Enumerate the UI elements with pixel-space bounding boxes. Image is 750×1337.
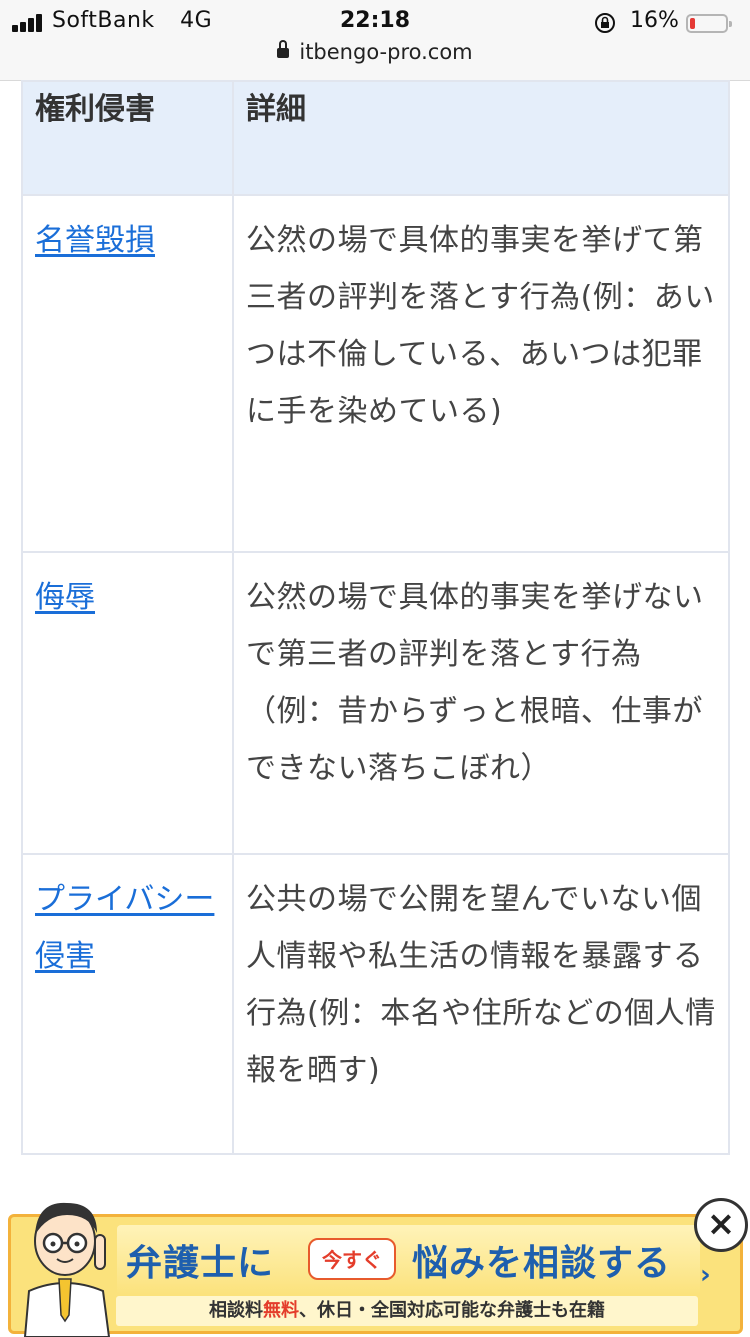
browser-status-bar: SoftBank 4G 22:18 16% itbengo-pro.com <box>0 0 750 81</box>
ad-subtext-post: 、休日・全国対応可能な弁護士も在籍 <box>299 1300 605 1321</box>
ad-subtext-free: 無料 <box>263 1300 299 1321</box>
detail-text: 公共の場で公開を望んでいない個人情報や私生活の情報を暴露する行為(例：本名や住所… <box>246 882 716 1088</box>
url-text: itbengo-pro.com <box>299 40 473 64</box>
term-cell: プライバシー侵害 <box>21 853 234 1155</box>
header-cell-detail: 詳細 <box>232 80 730 196</box>
table-row: 名誉毀損 公然の場で具体的事実を挙げて第三者の評判を落とす行為(例：あいつは不倫… <box>21 194 730 553</box>
table-row: プライバシー侵害 公共の場で公開を望んでいない個人情報や私生活の情報を暴露する行… <box>21 853 730 1155</box>
term-cell: 名誉毀損 <box>21 194 234 553</box>
detail-cell: 公然の場で具体的事実を挙げて第三者の評判を落とす行為(例：あいつは不倫している、… <box>232 194 730 553</box>
ad-headline-left: 弁護士に <box>126 1243 275 1284</box>
ad-headline-right: 悩みを相談する <box>412 1243 672 1284</box>
address-bar[interactable]: itbengo-pro.com <box>0 40 750 64</box>
rights-violation-table: 権利侵害 詳細 名誉毀損 公然の場で具体的事実を挙げて第三者の評判を落とす行為(… <box>21 80 730 1155</box>
table-header-row: 権利侵害 詳細 <box>21 80 730 196</box>
rotation-lock-icon <box>595 13 615 33</box>
detail-text: 公然の場で具体的事実を挙げて第三者の評判を落とす行為(例：あいつは不倫している、… <box>246 223 715 429</box>
chevron-right-icon: › <box>700 1260 711 1290</box>
term-link-insult[interactable]: 侮辱 <box>35 580 95 615</box>
detail-cell: 公共の場で公開を望んでいない個人情報や私生活の情報を暴露する行為(例：本名や住所… <box>232 853 730 1155</box>
table-row: 侮辱 公然の場で具体的事実を挙げないで第三者の評判を落とす行為（例：昔からずっと… <box>21 551 730 855</box>
term-link-privacy[interactable]: プライバシー侵害 <box>35 882 214 974</box>
detail-cell: 公然の場で具体的事実を挙げないで第三者の評判を落とす行為（例：昔からずっと根暗、… <box>232 551 730 855</box>
battery-fill <box>690 18 695 29</box>
term-cell: 侮辱 <box>21 551 234 855</box>
detail-text: 公然の場で具体的事実を挙げないで第三者の評判を落とす行為（例：昔からずっと根暗、… <box>246 580 704 786</box>
header-label: 詳細 <box>246 92 306 127</box>
lawyer-illustration-icon <box>23 1202 111 1337</box>
ad-now-badge: 今すぐ <box>308 1238 396 1280</box>
header-label: 権利侵害 <box>35 92 155 127</box>
ad-subtext: 相談料無料、休日・全国対応可能な弁護士も在籍 <box>116 1296 698 1326</box>
close-icon: × <box>706 1204 736 1244</box>
padlock-icon <box>277 40 290 60</box>
term-link-defamation[interactable]: 名誉毀損 <box>35 223 155 258</box>
battery-icon <box>686 14 732 33</box>
close-ad-button[interactable]: × <box>694 1198 748 1252</box>
battery-percent: 16% <box>630 8 679 33</box>
header-cell-violation: 権利侵害 <box>21 80 234 196</box>
ad-subtext-pre: 相談料 <box>209 1300 263 1321</box>
